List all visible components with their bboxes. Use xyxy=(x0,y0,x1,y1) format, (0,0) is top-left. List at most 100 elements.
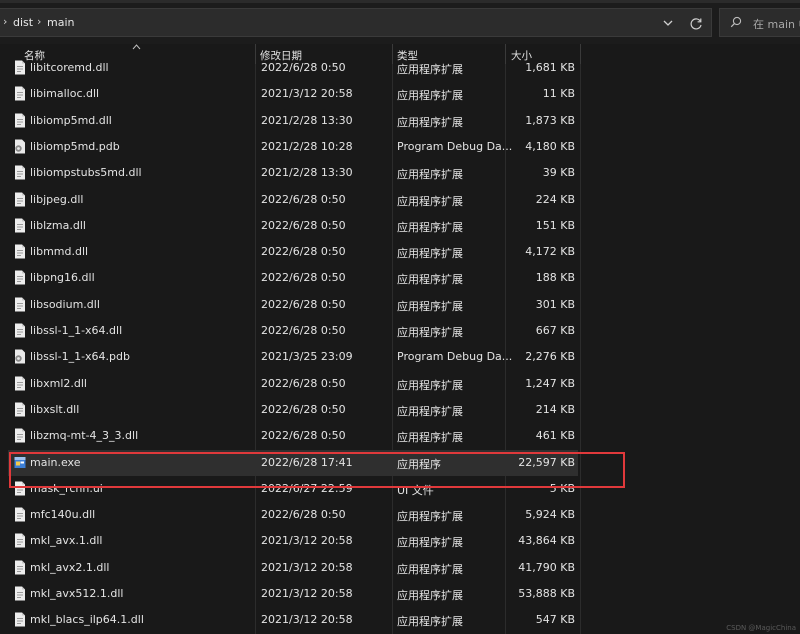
dll-file-icon xyxy=(14,218,26,233)
file-name: mkl_avx.1.dll xyxy=(30,534,103,547)
breadcrumb-separator: › xyxy=(37,15,41,28)
file-type: 应用程序扩展 xyxy=(397,561,463,577)
file-row[interactable]: libiomp5md.pdb2021/2/28 10:28Program Deb… xyxy=(0,134,800,160)
file-row[interactable]: libmmd.dll2022/6/28 0:50应用程序扩展4,172 KB xyxy=(0,239,800,265)
file-type: 应用程序扩展 xyxy=(397,324,463,340)
breadcrumb-dist[interactable]: dist xyxy=(13,16,33,29)
file-row[interactable]: libxslt.dll 2022/6/28 0:50 应用程序扩展 214 KB xyxy=(0,397,800,423)
file-type: 应用程序 xyxy=(397,456,441,472)
file-row[interactable]: mkl_avx.1.dll2021/3/12 20:58应用程序扩展43,864… xyxy=(0,528,800,554)
chevron-down-icon[interactable] xyxy=(659,14,677,32)
pdb-file-icon xyxy=(14,139,26,154)
file-row[interactable]: libimalloc.dll2021/3/12 20:58应用程序扩展11 KB xyxy=(0,81,800,107)
file-type: 应用程序扩展 xyxy=(397,508,463,524)
window-top-edge xyxy=(0,0,800,3)
dll-file-icon xyxy=(14,507,26,522)
sort-ascending-icon xyxy=(132,44,141,50)
file-type: 应用程序扩展 xyxy=(397,193,463,209)
file-type: 应用程序扩展 xyxy=(397,219,463,235)
file-type: 应用程序扩展 xyxy=(397,87,463,103)
file-name: libxml2.dll xyxy=(30,377,87,390)
file-row[interactable]: mkl_avx512.1.dll2021/3/12 20:58应用程序扩展53,… xyxy=(0,581,800,607)
file-row[interactable]: libssl-1_1-x64.pdb2021/3/25 23:09Program… xyxy=(0,344,800,370)
file-modified-date: 2022/6/28 0:50 xyxy=(261,403,346,416)
file-name: main.exe xyxy=(30,456,81,469)
file-modified-date: 2021/2/28 13:30 xyxy=(261,166,353,179)
file-name: mkl_avx2.1.dll xyxy=(30,561,110,574)
file-type: 应用程序扩展 xyxy=(397,61,463,77)
file-row[interactable]: libjpeg.dll 2022/6/28 0:50 应用程序扩展 224 KB xyxy=(0,187,800,213)
ui-file-icon xyxy=(14,481,26,496)
search-box[interactable]: 在 main 中 xyxy=(719,8,800,37)
file-modified-date: 2022/6/28 0:50 xyxy=(261,61,346,74)
file-name: mkl_blacs_ilp64.1.dll xyxy=(30,613,144,626)
address-toolbar: › dist › main 在 main 中 xyxy=(0,0,800,44)
exe-file-icon xyxy=(14,455,26,470)
file-row[interactable]: libxml2.dll2022/6/28 0:50应用程序扩展1,247 KB xyxy=(0,371,800,397)
file-size: 5 KB xyxy=(495,482,575,495)
file-modified-date: 2022/6/28 0:50 xyxy=(261,508,346,521)
file-size: 39 KB xyxy=(495,166,575,179)
file-row[interactable]: main.exe 2022/6/28 17:41 应用程序 22,597 KB xyxy=(8,450,578,476)
file-size: 301 KB xyxy=(495,298,575,311)
file-size: 224 KB xyxy=(495,193,575,206)
file-modified-date: 2021/3/25 23:09 xyxy=(261,350,353,363)
file-row[interactable]: liblzma.dll2022/6/28 0:50应用程序扩展151 KB xyxy=(0,213,800,239)
breadcrumb-main[interactable]: main xyxy=(47,16,74,29)
file-size: 214 KB xyxy=(495,403,575,416)
file-type: UI 文件 xyxy=(397,482,434,498)
search-icon xyxy=(730,16,742,28)
file-row[interactable]: libssl-1_1-x64.dll2022/6/28 0:50应用程序扩展66… xyxy=(0,318,800,344)
file-row[interactable]: mkl_blacs_ilp64.1.dll2021/3/12 20:58应用程序… xyxy=(0,607,800,633)
dll-file-icon xyxy=(14,270,26,285)
dll-file-icon xyxy=(14,113,26,128)
file-type: 应用程序扩展 xyxy=(397,403,463,419)
file-size: 43,864 KB xyxy=(495,534,575,547)
file-row[interactable]: mfc140u.dll2022/6/28 0:50应用程序扩展5,924 KB xyxy=(0,502,800,528)
file-name: libpng16.dll xyxy=(30,271,95,284)
dll-file-icon xyxy=(14,60,26,75)
file-size: 151 KB xyxy=(495,219,575,232)
file-size: 188 KB xyxy=(495,271,575,284)
file-name: libssl-1_1-x64.dll xyxy=(30,324,122,337)
file-modified-date: 2022/6/27 22:59 xyxy=(261,482,353,495)
file-name: mkl_avx512.1.dll xyxy=(30,587,123,600)
file-modified-date: 2022/6/28 0:50 xyxy=(261,219,346,232)
file-name: libssl-1_1-x64.pdb xyxy=(30,350,130,363)
dll-file-icon xyxy=(14,586,26,601)
file-modified-date: 2021/3/12 20:58 xyxy=(261,561,353,574)
dll-file-icon xyxy=(14,86,26,101)
file-modified-date: 2022/6/28 17:41 xyxy=(261,456,353,469)
file-row[interactable]: libiomp5md.dll2021/2/28 13:30应用程序扩展1,873… xyxy=(0,108,800,134)
file-name: libiomp5md.pdb xyxy=(30,140,120,153)
file-row[interactable]: libiompstubs5md.dll2021/2/28 13:30应用程序扩展… xyxy=(0,160,800,186)
file-type: 应用程序扩展 xyxy=(397,271,463,287)
file-type: 应用程序扩展 xyxy=(397,429,463,445)
file-modified-date: 2021/3/12 20:58 xyxy=(261,87,353,100)
file-name: libiompstubs5md.dll xyxy=(30,166,142,179)
file-size: 1,247 KB xyxy=(495,377,575,390)
file-name: libitcoremd.dll xyxy=(30,61,109,74)
file-row[interactable]: libitcoremd.dll2022/6/28 0:50应用程序扩展1,681… xyxy=(0,55,800,81)
file-modified-date: 2022/6/28 0:50 xyxy=(261,193,346,206)
file-row[interactable]: libpng16.dll2022/6/28 0:50应用程序扩展188 KB xyxy=(0,265,800,291)
file-row[interactable]: mkl_avx2.1.dll2021/3/12 20:58应用程序扩展41,79… xyxy=(0,555,800,581)
file-modified-date: 2022/6/28 0:50 xyxy=(261,429,346,442)
file-list: libitcoremd.dll2022/6/28 0:50应用程序扩展1,681… xyxy=(0,55,800,634)
address-bar[interactable]: › dist › main xyxy=(0,8,712,37)
refresh-icon[interactable] xyxy=(686,14,706,34)
file-type: 应用程序扩展 xyxy=(397,114,463,130)
file-size: 53,888 KB xyxy=(495,587,575,600)
file-type: 应用程序扩展 xyxy=(397,377,463,393)
file-modified-date: 2021/2/28 10:28 xyxy=(261,140,353,153)
file-row[interactable]: mask_rcnn.ui2022/6/27 22:59UI 文件5 KB xyxy=(0,476,800,502)
file-name: libxslt.dll xyxy=(30,403,79,416)
file-name: libmmd.dll xyxy=(30,245,88,258)
file-row[interactable]: libsodium.dll2022/6/28 0:50应用程序扩展301 KB xyxy=(0,292,800,318)
dll-file-icon xyxy=(14,244,26,259)
file-modified-date: 2022/6/28 0:50 xyxy=(261,298,346,311)
file-name: libjpeg.dll xyxy=(30,193,83,206)
file-row[interactable]: libzmq-mt-4_3_3.dll2022/6/28 0:50应用程序扩展4… xyxy=(0,423,800,449)
file-modified-date: 2021/3/12 20:58 xyxy=(261,587,353,600)
file-size: 22,597 KB xyxy=(495,456,575,469)
